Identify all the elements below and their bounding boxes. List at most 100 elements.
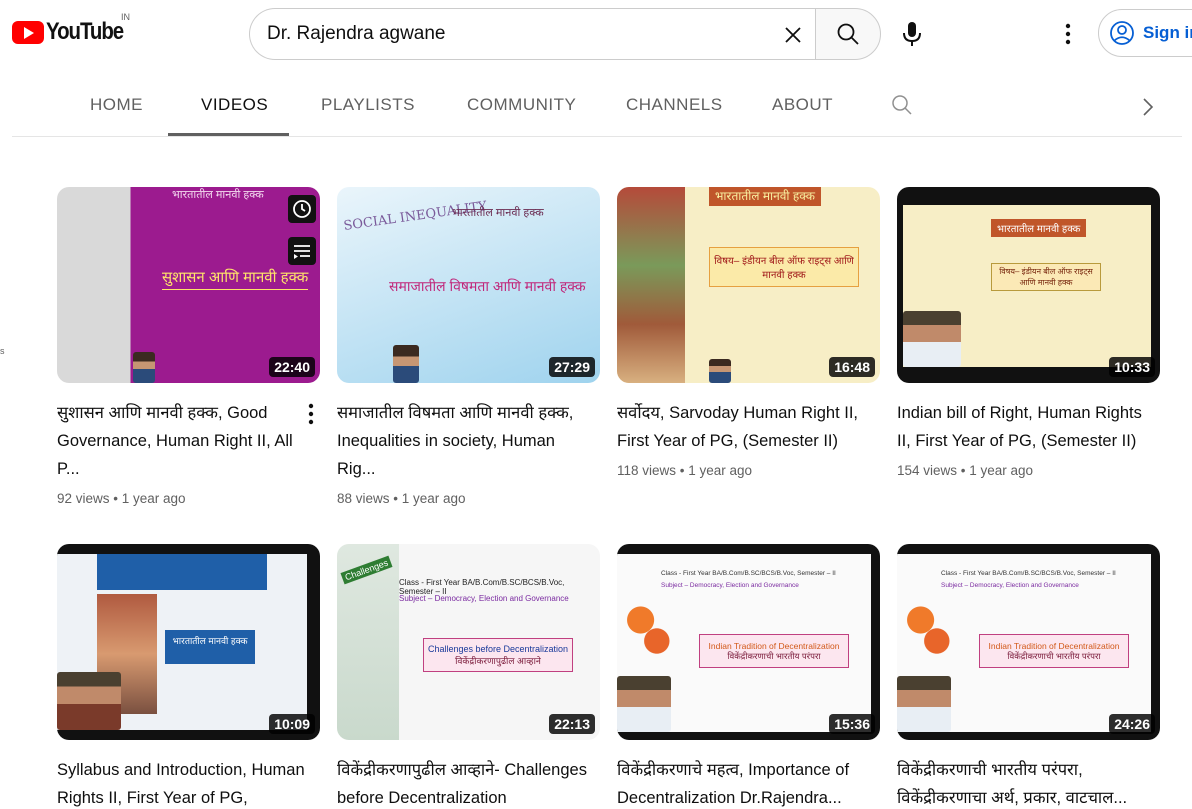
tab-videos[interactable]: VIDEOS	[201, 95, 268, 115]
tab-about[interactable]: ABOUT	[772, 95, 833, 115]
video-meta: 88 views • 1 year ago	[337, 491, 466, 506]
logo-text: YouTube	[46, 18, 124, 45]
video-duration: 27:29	[549, 357, 595, 377]
youtube-play-icon	[12, 20, 44, 44]
video-thumbnail[interactable]: भारतातील मानवी हक्क 10:09	[57, 544, 320, 740]
masthead: YouTube IN Sign in	[0, 0, 1192, 70]
thumb-person-image	[393, 345, 419, 383]
video-card[interactable]: भारतातील मानवी हक्क विषय– इंडीयन बील ऑफ …	[897, 187, 1160, 478]
thumb-header: Class - First Year BA/B.Com/B.SC/BCS/B.V…	[661, 570, 836, 577]
more-vert-button[interactable]	[1052, 14, 1084, 54]
video-title[interactable]: सर्वोदय, Sarvoday Human Right II, First …	[617, 399, 867, 455]
more-vert-icon	[1065, 23, 1071, 45]
thumb-caption: विषय– इंडीयन बील ऑफ राइट्स आणि मानवी हक्…	[709, 247, 859, 287]
thumb-caption-box: Indian Tradition of Decentralization विक…	[979, 634, 1129, 668]
video-duration: 24:26	[1109, 714, 1155, 734]
video-meta: 118 views • 1 year ago	[617, 463, 753, 478]
thumb-slide: भारतातील मानवी हक्क	[57, 554, 307, 730]
video-card[interactable]: भारतातील मानवी हक्क विषय– इंडीयन बील ऑफ …	[617, 187, 880, 478]
video-title[interactable]: समाजातील विषमता आणि मानवी हक्क, Inequali…	[337, 399, 587, 483]
search-box	[249, 8, 815, 60]
thumb-challenges-image: Challenges	[337, 544, 399, 740]
watch-later-icon[interactable]	[288, 195, 316, 223]
thumb-header: भारतातील मानवी हक्क	[991, 219, 1087, 237]
video-thumbnail[interactable]: भारतातील मानवी हक्क सुशासन आणि मानवी हक्…	[57, 187, 320, 383]
video-title[interactable]: विकेंद्रीकरणाचे महत्व, Importance of Dec…	[617, 756, 867, 809]
video-thumbnail[interactable]: Challenges Class - First Year BA/B.Com/B…	[337, 544, 600, 740]
thumb-person-image	[897, 676, 951, 732]
thumb-header: भारतातील मानवी हक्क	[709, 187, 822, 206]
thumb-slide: Class - First Year BA/B.Com/B.SC/BCS/B.V…	[617, 554, 871, 732]
active-tab-indicator	[168, 133, 289, 136]
video-meta: 92 views • 1 year ago	[57, 491, 186, 506]
video-title[interactable]: विकेंद्रीकरणाची भारतीय परंपरा, विकेंद्री…	[897, 756, 1147, 809]
thumb-slide: Class - First Year BA/B.Com/B.SC/BCS/B.V…	[897, 554, 1151, 732]
thumb-person-image	[709, 359, 731, 383]
thumb-caption: Indian Tradition of Decentralization	[708, 640, 840, 651]
thumb-caption-box: Challenges before Decentralization विकें…	[423, 638, 573, 672]
video-duration: 16:48	[829, 357, 875, 377]
video-card[interactable]: Class - First Year BA/B.Com/B.SC/BCS/B.V…	[897, 544, 1160, 809]
thumb-people-image	[899, 592, 953, 662]
tab-playlists[interactable]: PLAYLISTS	[321, 95, 415, 115]
thumb-sub: Subject – Democracy, Election and Govern…	[399, 594, 569, 603]
video-duration: 22:40	[269, 357, 315, 377]
video-card[interactable]: Class - First Year BA/B.Com/B.SC/BCS/B.V…	[617, 544, 880, 809]
video-title[interactable]: विकेंद्रीकरणापुढील आव्हाने- Challenges b…	[337, 756, 587, 809]
thumb-caption: सुशासन आणि मानवी हक्क	[162, 267, 309, 290]
video-meta: 154 views • 1 year ago	[897, 463, 1034, 478]
thumb-caption-2: विकेंद्रीकरणाची भारतीय परंपरा	[727, 650, 821, 661]
search-icon	[837, 23, 859, 45]
video-card[interactable]: Challenges Class - First Year BA/B.Com/B…	[337, 544, 600, 809]
thumb-person-image	[57, 672, 121, 730]
thumb-caption: समाजातील विषमता आणि मानवी हक्क	[389, 278, 586, 294]
thumb-slide: भारतातील मानवी हक्क विषय– इंडीयन बील ऑफ …	[903, 205, 1151, 367]
mic-button[interactable]	[890, 12, 934, 56]
video-thumbnail[interactable]: SOCIAL INEQUALITY भारतातील मानवी हक्क सम…	[337, 187, 600, 383]
thumb-sub: Subject – Democracy, Election and Govern…	[661, 582, 799, 589]
more-vert-icon[interactable]	[304, 400, 318, 428]
thumb-person-image	[903, 311, 961, 367]
video-duration: 15:36	[829, 714, 875, 734]
thumb-crowd-image	[617, 187, 685, 383]
search-button[interactable]	[815, 8, 881, 60]
thumb-caption: विषय– इंडीयन बील ऑफ राइट्स आणि मानवी हक्…	[991, 263, 1101, 291]
video-title[interactable]: सुशासन आणि मानवी हक्क, Good Governance, …	[57, 399, 307, 483]
youtube-logo[interactable]: YouTube IN	[12, 12, 137, 46]
search-input[interactable]	[267, 23, 747, 45]
thumb-caption-box: Indian Tradition of Decentralization विक…	[699, 634, 849, 668]
side-mark: s	[0, 346, 5, 356]
thumb-caption-2: विकेंद्रीकरणाची भारतीय परंपरा	[1007, 650, 1101, 661]
video-thumbnail[interactable]: भारतातील मानवी हक्क विषय– इंडीयन बील ऑफ …	[897, 187, 1160, 383]
video-title[interactable]: Indian bill of Right, Human Rights II, F…	[897, 399, 1147, 455]
add-to-queue-icon[interactable]	[288, 237, 316, 265]
sign-in-label: Sign in	[1143, 23, 1192, 42]
video-title[interactable]: Syllabus and Introduction, Human Rights …	[57, 756, 307, 809]
video-card[interactable]: भारतातील मानवी हक्क सुशासन आणि मानवी हक्…	[57, 187, 320, 506]
video-thumbnail[interactable]: भारतातील मानवी हक्क विषय– इंडीयन बील ऑफ …	[617, 187, 880, 383]
video-duration: 10:09	[269, 714, 315, 734]
country-code: IN	[121, 12, 130, 22]
tab-community[interactable]: COMMUNITY	[467, 95, 576, 115]
chevron-right-icon[interactable]	[1138, 95, 1158, 119]
video-duration: 22:13	[549, 714, 595, 734]
thumb-person-image	[133, 352, 155, 383]
thumb-header: भारतातील मानवी हक्क	[172, 189, 264, 201]
tab-channels[interactable]: CHANNELS	[626, 95, 723, 115]
thumb-sub: Subject – Democracy, Election and Govern…	[941, 582, 1079, 589]
thumb-person-image	[617, 676, 671, 732]
tab-home[interactable]: HOME	[90, 95, 143, 115]
sign-in-button[interactable]: Sign in	[1098, 9, 1192, 57]
thumb-college-banner	[97, 554, 267, 590]
mic-icon	[903, 22, 921, 46]
thumb-header: भारतातील मानवी हक्क	[452, 207, 544, 219]
video-card[interactable]: भारतातील मानवी हक्क 10:09 Syllabus and I…	[57, 544, 320, 809]
video-duration: 10:33	[1109, 357, 1155, 377]
thumb-caption: Indian Tradition of Decentralization	[988, 640, 1120, 651]
video-thumbnail[interactable]: Class - First Year BA/B.Com/B.SC/BCS/B.V…	[897, 544, 1160, 740]
video-thumbnail[interactable]: Class - First Year BA/B.Com/B.SC/BCS/B.V…	[617, 544, 880, 740]
close-icon[interactable]	[779, 21, 807, 49]
video-card[interactable]: SOCIAL INEQUALITY भारतातील मानवी हक्क सम…	[337, 187, 600, 506]
thumb-caption-2: विकेंद्रीकरणापुढील आव्हाने	[455, 655, 541, 666]
channel-search-icon[interactable]	[890, 93, 914, 117]
